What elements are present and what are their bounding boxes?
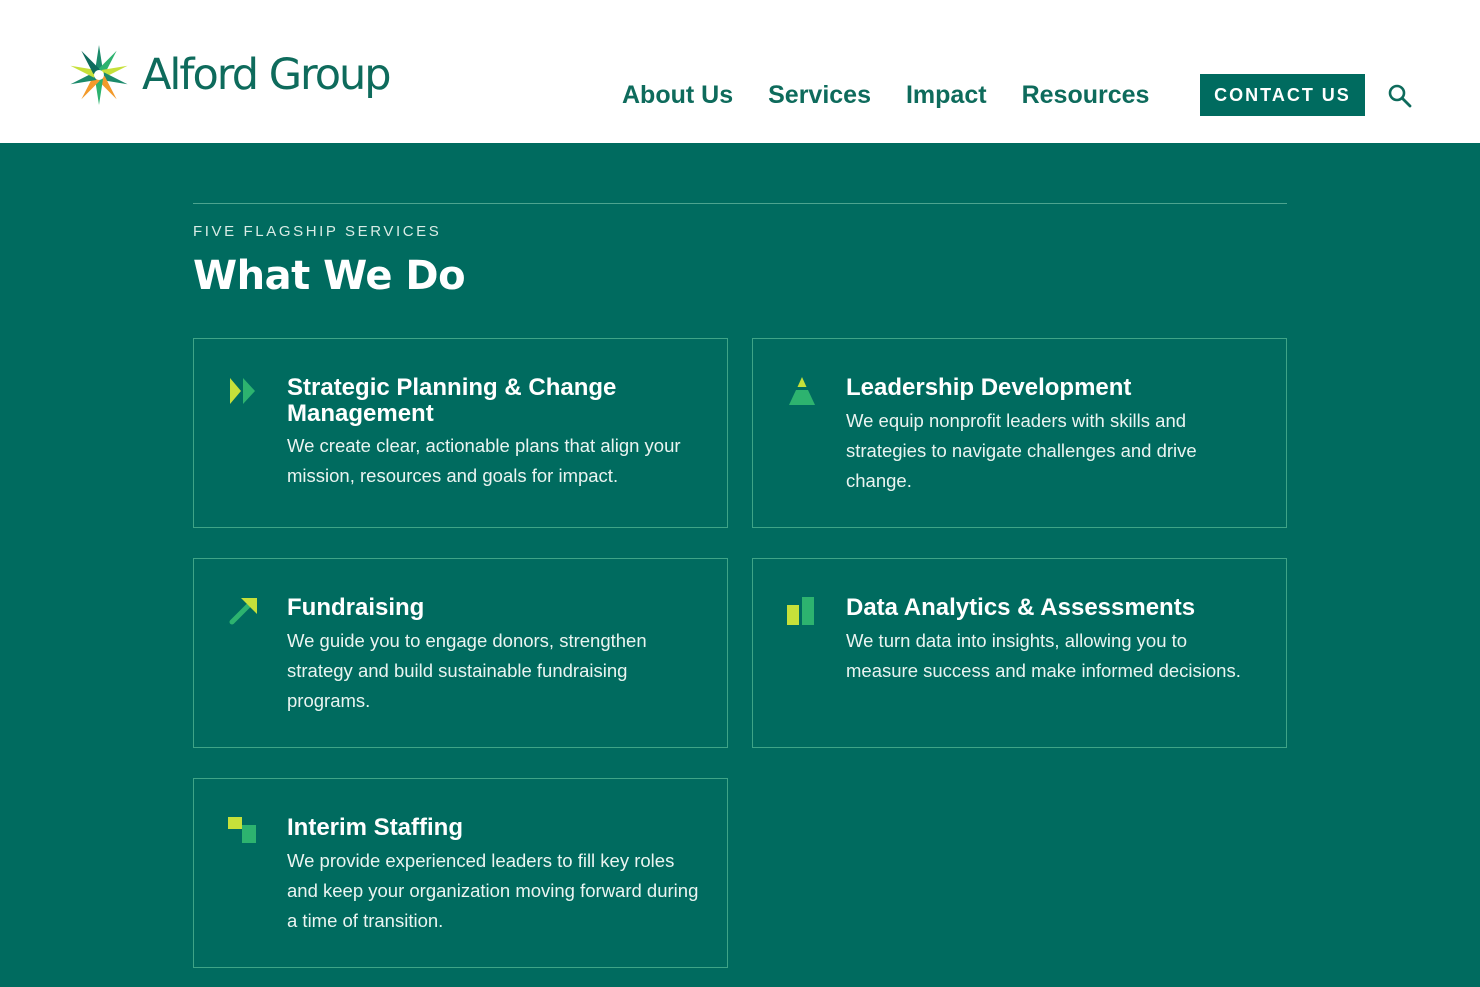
section-divider: [193, 203, 1287, 204]
site-header: Alford Group About Us Services Impact Re…: [0, 0, 1480, 143]
service-card-description: We provide experienced leaders to fill k…: [287, 850, 699, 931]
service-card-title: Leadership Development: [846, 374, 1132, 401]
search-icon[interactable]: [1386, 82, 1414, 110]
alford-logo-icon: [70, 45, 128, 105]
service-card-description: We guide you to engage donors, strengthe…: [287, 630, 647, 711]
nav-resources[interactable]: Resources: [1022, 81, 1150, 110]
service-card-title: Interim Staffing: [287, 814, 464, 841]
logo-link[interactable]: Alford Group: [66, 42, 426, 108]
service-card-description: We create clear, actionable plans that a…: [287, 435, 681, 486]
contact-us-button[interactable]: CONTACT US: [1200, 74, 1365, 116]
service-card-title: Fundraising: [287, 594, 425, 621]
service-card-data-analytics[interactable]: Data Analytics & Assessments We turn dat…: [752, 558, 1287, 748]
pyramid-icon: [789, 377, 815, 405]
service-card-description: We equip nonprofit leaders with skills a…: [846, 410, 1197, 491]
logo-text: Alford Group: [142, 50, 392, 100]
service-card-fundraising[interactable]: Fundraising We guide you to engage donor…: [193, 558, 728, 748]
bar-chart-icon: [787, 597, 814, 625]
service-card-title: Strategic Planning & Change Management: [287, 374, 617, 427]
service-card-strategic-planning[interactable]: Strategic Planning & Change Management W…: [193, 338, 728, 528]
arrow-up-right-icon: [229, 598, 257, 625]
section-heading: What We Do: [193, 253, 466, 299]
double-chevron-icon: [230, 378, 255, 404]
nav-about-us[interactable]: About Us: [622, 81, 733, 110]
nav-services[interactable]: Services: [768, 81, 871, 110]
service-card-title: Data Analytics & Assessments: [846, 594, 1196, 621]
main-nav: About Us Services Impact Resources: [622, 77, 1149, 113]
squares-icon: [228, 817, 256, 843]
section-eyebrow: FIVE FLAGSHIP SERVICES: [193, 223, 442, 240]
service-card-description: We turn data into insights, allowing you…: [846, 630, 1241, 681]
service-card-leadership-development[interactable]: Leadership Development We equip nonprofi…: [752, 338, 1287, 528]
nav-impact[interactable]: Impact: [906, 81, 987, 110]
services-section: FIVE FLAGSHIP SERVICES What We Do Strate…: [193, 203, 1287, 968]
service-card-interim-staffing[interactable]: Interim Staffing We provide experienced …: [193, 778, 728, 968]
